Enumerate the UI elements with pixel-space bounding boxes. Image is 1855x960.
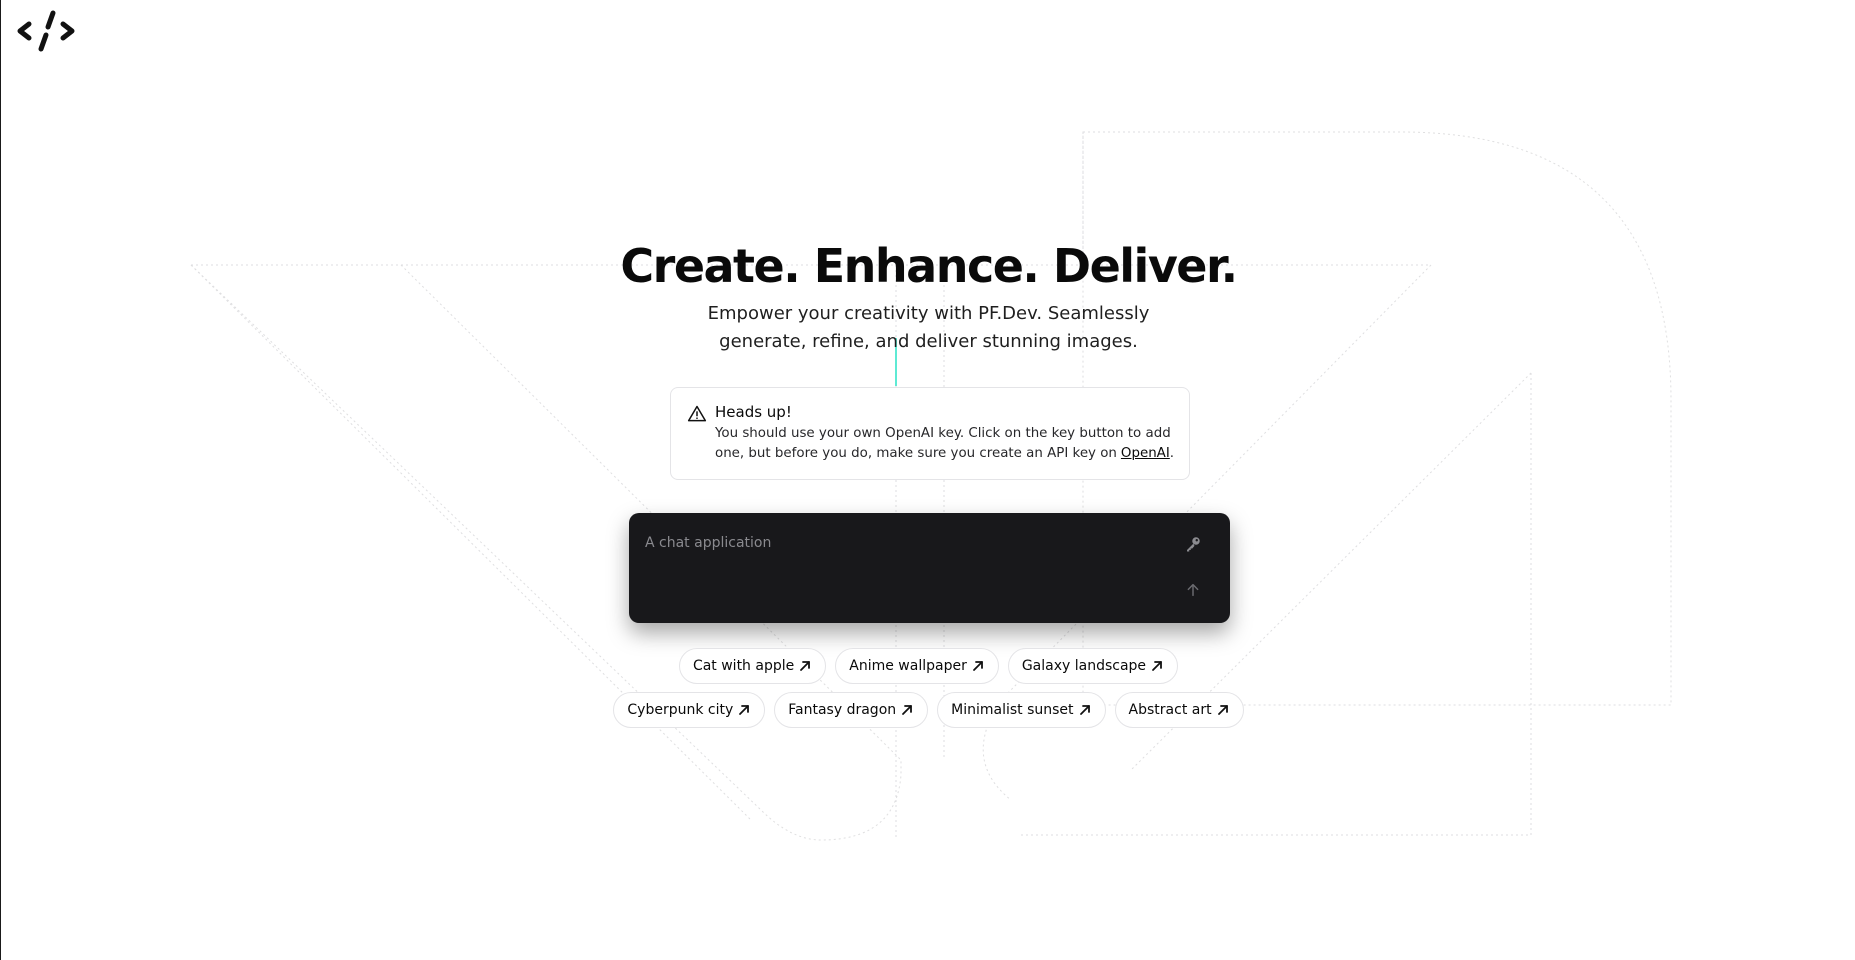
chip-label: Fantasy dragon	[788, 702, 897, 718]
suggestion-chip[interactable]: Fantasy dragon	[774, 692, 929, 728]
arrow-up-icon	[1187, 583, 1199, 597]
suggestion-chip[interactable]: Abstract art	[1114, 692, 1244, 728]
suggestion-chip[interactable]: Cyberpunk city	[613, 692, 766, 728]
chip-label: Abstract art	[1128, 702, 1212, 718]
background-pattern	[189, 131, 1672, 841]
hero-subtitle: Empower your creativity with PF.Dev. Sea…	[707, 303, 1150, 352]
suggestion-chip[interactable]: Minimalist sunset	[937, 692, 1106, 728]
logo[interactable]	[17, 9, 75, 53]
suggestion-chip[interactable]: Anime wallpaper	[835, 648, 999, 684]
arrow-up-right-icon	[798, 659, 812, 673]
arrow-up-right-icon	[1150, 659, 1164, 673]
chip-label: Cat with apple	[692, 658, 795, 674]
alert-text: You should use your own OpenAI key. Clic…	[715, 426, 1171, 461]
key-icon	[1187, 537, 1200, 552]
heads-up-alert: Heads up! You should use your own OpenAI…	[670, 387, 1190, 480]
send-button[interactable]	[1181, 578, 1205, 602]
suggestion-row-1: Cat with apple Anime wallpaper Galaxy la…	[1, 648, 1855, 684]
chip-label: Anime wallpaper	[849, 658, 967, 674]
arrow-up-right-icon	[1216, 703, 1230, 717]
suggestion-row-2: Cyberpunk city Fantasy dragon Minimalist…	[1, 692, 1855, 728]
suggestion-chip[interactable]: Galaxy landscape	[1007, 648, 1179, 684]
suggestion-chip[interactable]: Cat with apple	[678, 648, 827, 684]
arrow-up-right-icon	[1078, 703, 1092, 717]
code-slash-logo-icon	[17, 10, 75, 52]
hero-title: Create. Enhance. Deliver.	[620, 239, 1238, 293]
arrow-up-right-icon	[971, 659, 985, 673]
chip-label: Minimalist sunset	[951, 702, 1074, 718]
page: Create. Enhance. Deliver. Empower your c…	[0, 0, 1855, 960]
warning-triangle-icon	[687, 405, 707, 422]
alert-suffix: .	[1169, 446, 1175, 461]
prompt-input[interactable]	[645, 525, 1165, 617]
hero: Create. Enhance. Deliver. Empower your c…	[1, 232, 1855, 356]
alert-title: Heads up!	[715, 403, 792, 421]
api-key-button[interactable]	[1181, 532, 1205, 556]
chip-label: Galaxy landscape	[1021, 658, 1147, 674]
arrow-up-right-icon	[737, 703, 751, 717]
suggestion-chips: Cat with apple Anime wallpaper Galaxy la…	[1, 648, 1855, 736]
openai-link[interactable]: OpenAI	[1121, 446, 1170, 461]
prompt-box	[629, 513, 1230, 623]
chip-label: Cyberpunk city	[627, 702, 734, 718]
alert-description: You should use your own OpenAI key. Clic…	[715, 424, 1180, 464]
arrow-up-right-icon	[900, 703, 914, 717]
